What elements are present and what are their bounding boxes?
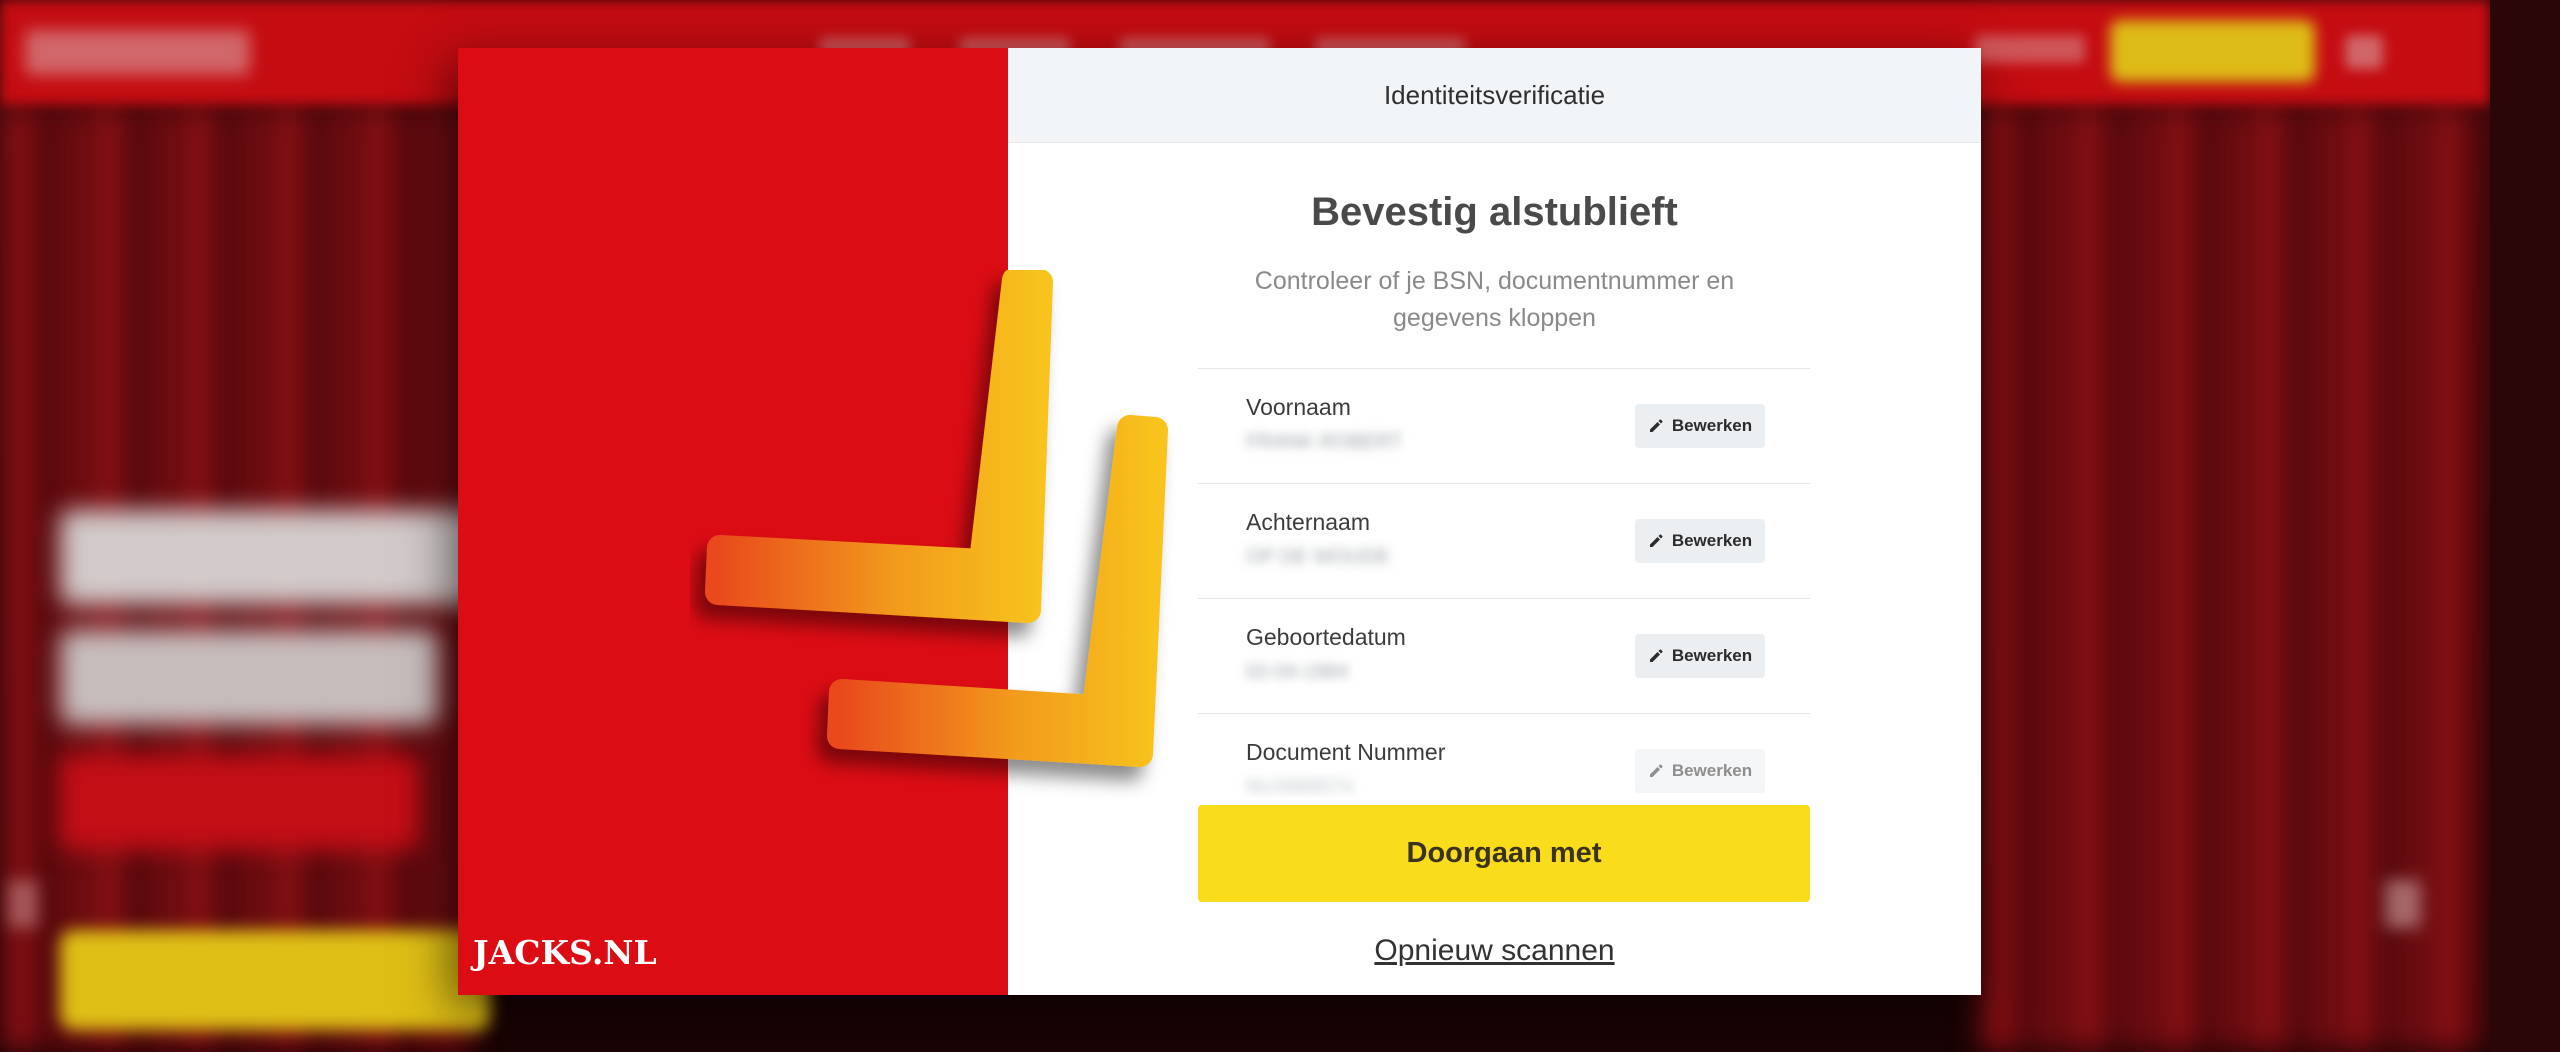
field-label: Voornaam: [1246, 394, 1351, 420]
field-label: Achternaam: [1246, 509, 1371, 535]
edit-first-name-button[interactable]: Bewerken: [1635, 404, 1765, 448]
field-row-document-number: Document Nummer NU3968574 Bewerken: [1198, 713, 1810, 798]
field-value: OP DE WOUDE: [1246, 546, 1391, 568]
field-label: Geboortedatum: [1246, 624, 1406, 650]
edit-birth-date-button[interactable]: Bewerken: [1635, 634, 1765, 678]
jacks-logo: JACKS.NL: [473, 933, 657, 972]
edit-document-number-button[interactable]: Bewerken: [1635, 749, 1765, 793]
edit-button-label: Bewerken: [1671, 416, 1753, 435]
edit-last-name-button[interactable]: Bewerken: [1635, 519, 1765, 563]
field-value: FRANK ROBERT: [1246, 431, 1403, 453]
modal-header-title: Identiteitsverificatie: [1383, 79, 1606, 110]
edit-button-label: Bewerken: [1671, 646, 1753, 665]
continue-button[interactable]: Doorgaan met: [1198, 805, 1810, 902]
details-list: Voornaam FRANK ROBERT Bewerken Achternaa…: [1198, 368, 1810, 798]
pencil-icon: [1649, 419, 1663, 432]
field-row-birth-date: Geboortedatum 02-04-1984 Bewerken: [1198, 598, 1810, 713]
field-label: Document Nummer: [1246, 739, 1446, 765]
pencil-icon: [1649, 649, 1663, 662]
field-row-last-name: Achternaam OP DE WOUDE Bewerken: [1198, 483, 1810, 598]
rescan-link[interactable]: Opnieuw scannen: [1008, 934, 1981, 968]
modal-header: Identiteitsverificatie: [1008, 48, 1981, 143]
verification-card: JACKS.NL Identiteitsverificatie Bevestig…: [458, 48, 1981, 995]
identity-verification-modal: Identiteitsverificatie Bevestig alstubli…: [1008, 48, 1981, 995]
pencil-icon: [1649, 764, 1663, 777]
pencil-icon: [1649, 534, 1663, 547]
edit-button-label: Bewerken: [1671, 761, 1753, 780]
field-value: NU3968574: [1246, 776, 1353, 798]
brand-panel: JACKS.NL: [458, 48, 1008, 995]
field-value: 02-04-1984: [1246, 661, 1349, 683]
modal-subtitle: Controleer of je BSN, documentnummer en …: [1254, 267, 1735, 332]
modal-title: Bevestig alstublieft: [1311, 190, 1678, 234]
edit-button-label: Bewerken: [1671, 531, 1753, 550]
field-row-first-name: Voornaam FRANK ROBERT Bewerken: [1198, 368, 1810, 483]
